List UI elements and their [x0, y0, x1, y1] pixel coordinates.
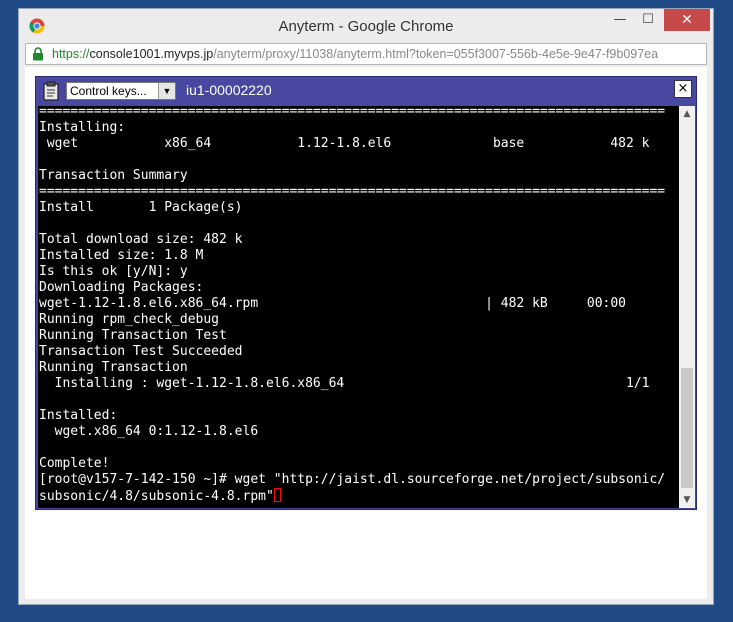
terminal-cursor — [273, 488, 281, 502]
terminal-line: Complete! — [39, 456, 110, 471]
terminal-scrollbar[interactable]: ▲ ▼ — [679, 106, 695, 508]
terminal-line: Total download size: 482 k — [39, 232, 243, 247]
close-window-button[interactable]: ✕ — [664, 9, 710, 31]
terminal-title: iu1-00002220 — [186, 82, 272, 98]
maximize-button[interactable]: ☐ — [635, 9, 661, 31]
terminal-line: Install 1 Package(s) — [39, 200, 243, 215]
terminal-line: ========================================… — [39, 184, 666, 199]
url-path: /anyterm/proxy/11038/anyterm.html?token=… — [213, 47, 659, 61]
terminal-line: wget x86_64 1.12-1.8.el6 base 482 k — [39, 136, 650, 151]
terminal-line: Running Transaction — [39, 360, 188, 375]
chevron-down-icon: ▼ — [158, 83, 175, 99]
terminal-line: [root@v157-7-142-150 ~]# wget "http://ja… — [39, 472, 666, 487]
address-bar[interactable]: https://console1001.myvps.jp/anyterm/pro… — [25, 43, 707, 65]
terminal-line: wget.x86_64 0:1.12-1.8.el6 — [39, 424, 259, 439]
control-keys-label: Control keys... — [70, 84, 147, 98]
terminal-header: Control keys... ▼ iu1-00002220 × — [36, 77, 696, 105]
terminal-line: Is this ok [y/N]: y — [39, 264, 188, 279]
terminal-output: ========================================… — [39, 106, 665, 505]
url-text: https://console1001.myvps.jp/anyterm/pro… — [52, 47, 658, 61]
terminal-line: Installed size: 1.8 M — [39, 248, 204, 263]
terminal-line: Installed: — [39, 408, 118, 423]
url-host: console1001.myvps.jp — [89, 47, 214, 61]
terminal-line: Downloading Packages: — [39, 280, 204, 295]
terminal-line: subsonic/4.8/subsonic-4.8.rpm" — [39, 489, 274, 504]
scroll-thumb[interactable] — [681, 368, 693, 488]
terminal-line: Installing: — [39, 120, 126, 135]
minimize-button[interactable]: — — [607, 9, 633, 31]
control-keys-select[interactable]: Control keys... ▼ — [66, 82, 176, 100]
browser-window: Anyterm - Google Chrome — ☐ ✕ https://co… — [18, 8, 714, 605]
clipboard-icon[interactable] — [42, 81, 60, 101]
terminal-line: Running Transaction Test — [39, 328, 227, 343]
terminal-line: Transaction Test Succeeded — [39, 344, 243, 359]
terminal-screen[interactable]: ========================================… — [38, 106, 679, 508]
chevron-down-icon[interactable]: ▼ — [679, 492, 695, 508]
title-bar[interactable]: Anyterm - Google Chrome — ☐ ✕ — [19, 9, 713, 43]
url-scheme: https:// — [52, 47, 90, 61]
terminal-line: Running rpm_check_debug — [39, 312, 220, 327]
page-content: Control keys... ▼ iu1-00002220 × =======… — [25, 67, 707, 599]
terminal-close-button[interactable]: × — [674, 80, 692, 98]
chevron-up-icon[interactable]: ▲ — [679, 106, 695, 122]
terminal-line: Transaction Summary — [39, 168, 188, 183]
terminal-line: Installing : wget-1.12-1.8.el6.x86_64 1/… — [39, 376, 650, 391]
terminal-line: ========================================… — [39, 106, 666, 119]
terminal-window: Control keys... ▼ iu1-00002220 × =======… — [35, 76, 697, 510]
terminal-line: wget-1.12-1.8.el6.x86_64.rpm | 482 kB 00… — [39, 296, 626, 311]
lock-icon — [33, 47, 43, 61]
